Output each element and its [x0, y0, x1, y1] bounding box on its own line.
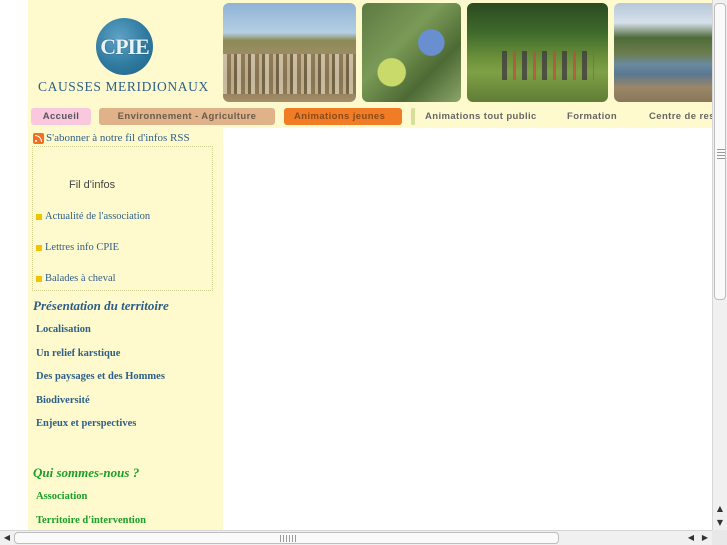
link-territoire-intervention[interactable]: Territoire d'intervention	[36, 515, 146, 526]
section-title-territoire: Présentation du territoire	[33, 298, 169, 313]
header-photo-group-outdoors	[467, 3, 608, 102]
bullet-icon	[36, 213, 42, 220]
vertical-scroll-thumb[interactable]	[714, 3, 726, 300]
scroll-left-icon[interactable]: ◀	[684, 531, 698, 545]
feed-title: Fil d'infos	[69, 179, 116, 191]
rss-subscribe[interactable]: S'abonner à notre fil d'infos RSS	[33, 131, 190, 145]
news-feed-box: Fil d'infos Actualité de l'association L…	[32, 146, 213, 291]
link-localisation[interactable]: Localisation	[36, 324, 91, 335]
horizontal-scroll-thumb[interactable]	[14, 532, 559, 544]
feed-item-label[interactable]: Balades à cheval	[45, 273, 116, 284]
bullet-icon	[36, 244, 42, 251]
scroll-right-icon[interactable]: ▶	[698, 531, 712, 545]
left-gutter	[0, 0, 28, 530]
rss-subscribe-link[interactable]: S'abonner à notre fil d'infos RSS	[46, 132, 190, 144]
scroll-left-icon[interactable]: ◀	[0, 531, 14, 545]
grip-icon	[280, 535, 296, 542]
link-relief-karstique[interactable]: Un relief karstique	[36, 348, 120, 359]
bullet-icon	[36, 275, 42, 282]
feed-item-balades[interactable]: Balades à cheval	[36, 273, 116, 284]
link-paysages-hommes[interactable]: Des paysages et des Hommes	[36, 371, 165, 382]
feed-item-label[interactable]: Lettres info CPIE	[45, 242, 119, 253]
main-nav: Accueil Environnement - Agriculture Anim…	[28, 104, 720, 128]
nav-environnement-agriculture[interactable]: Environnement - Agriculture	[99, 108, 275, 125]
logo-text: CPIE	[100, 34, 150, 59]
scroll-up-icon[interactable]: ▲	[713, 502, 727, 515]
nav-accueil[interactable]: Accueil	[31, 108, 91, 125]
site-name: CAUSSES MERIDIONAUX	[38, 79, 209, 94]
grip-icon	[717, 149, 725, 159]
section-title-qui-sommes-nous: Qui sommes-nous ?	[33, 465, 140, 480]
header-photo-pond	[614, 3, 714, 102]
vertical-scrollbar[interactable]: ▲ ▼	[712, 0, 727, 530]
scroll-down-icon[interactable]: ▼	[713, 516, 727, 529]
feed-item-lettres-info[interactable]: Lettres info CPIE	[36, 242, 119, 253]
feed-item-actualite[interactable]: Actualité de l'association	[36, 211, 150, 222]
link-association[interactable]: Association	[36, 491, 87, 502]
scrollbar-corner	[712, 530, 727, 545]
header-photo-flowers	[362, 3, 461, 102]
link-biodiversite[interactable]: Biodiversité	[36, 395, 90, 406]
feed-item-label[interactable]: Actualité de l'association	[45, 211, 150, 222]
nav-animations-jeunes[interactable]: Animations jeunes	[284, 108, 402, 125]
nav-formation[interactable]: Formation	[567, 108, 627, 125]
link-enjeux-perspectives[interactable]: Enjeux et perspectives	[36, 418, 136, 429]
rss-icon[interactable]	[33, 132, 44, 144]
header-photo-sheep-herd	[223, 3, 356, 102]
horizontal-scrollbar[interactable]: ◀ ◀ ▶	[0, 530, 727, 545]
